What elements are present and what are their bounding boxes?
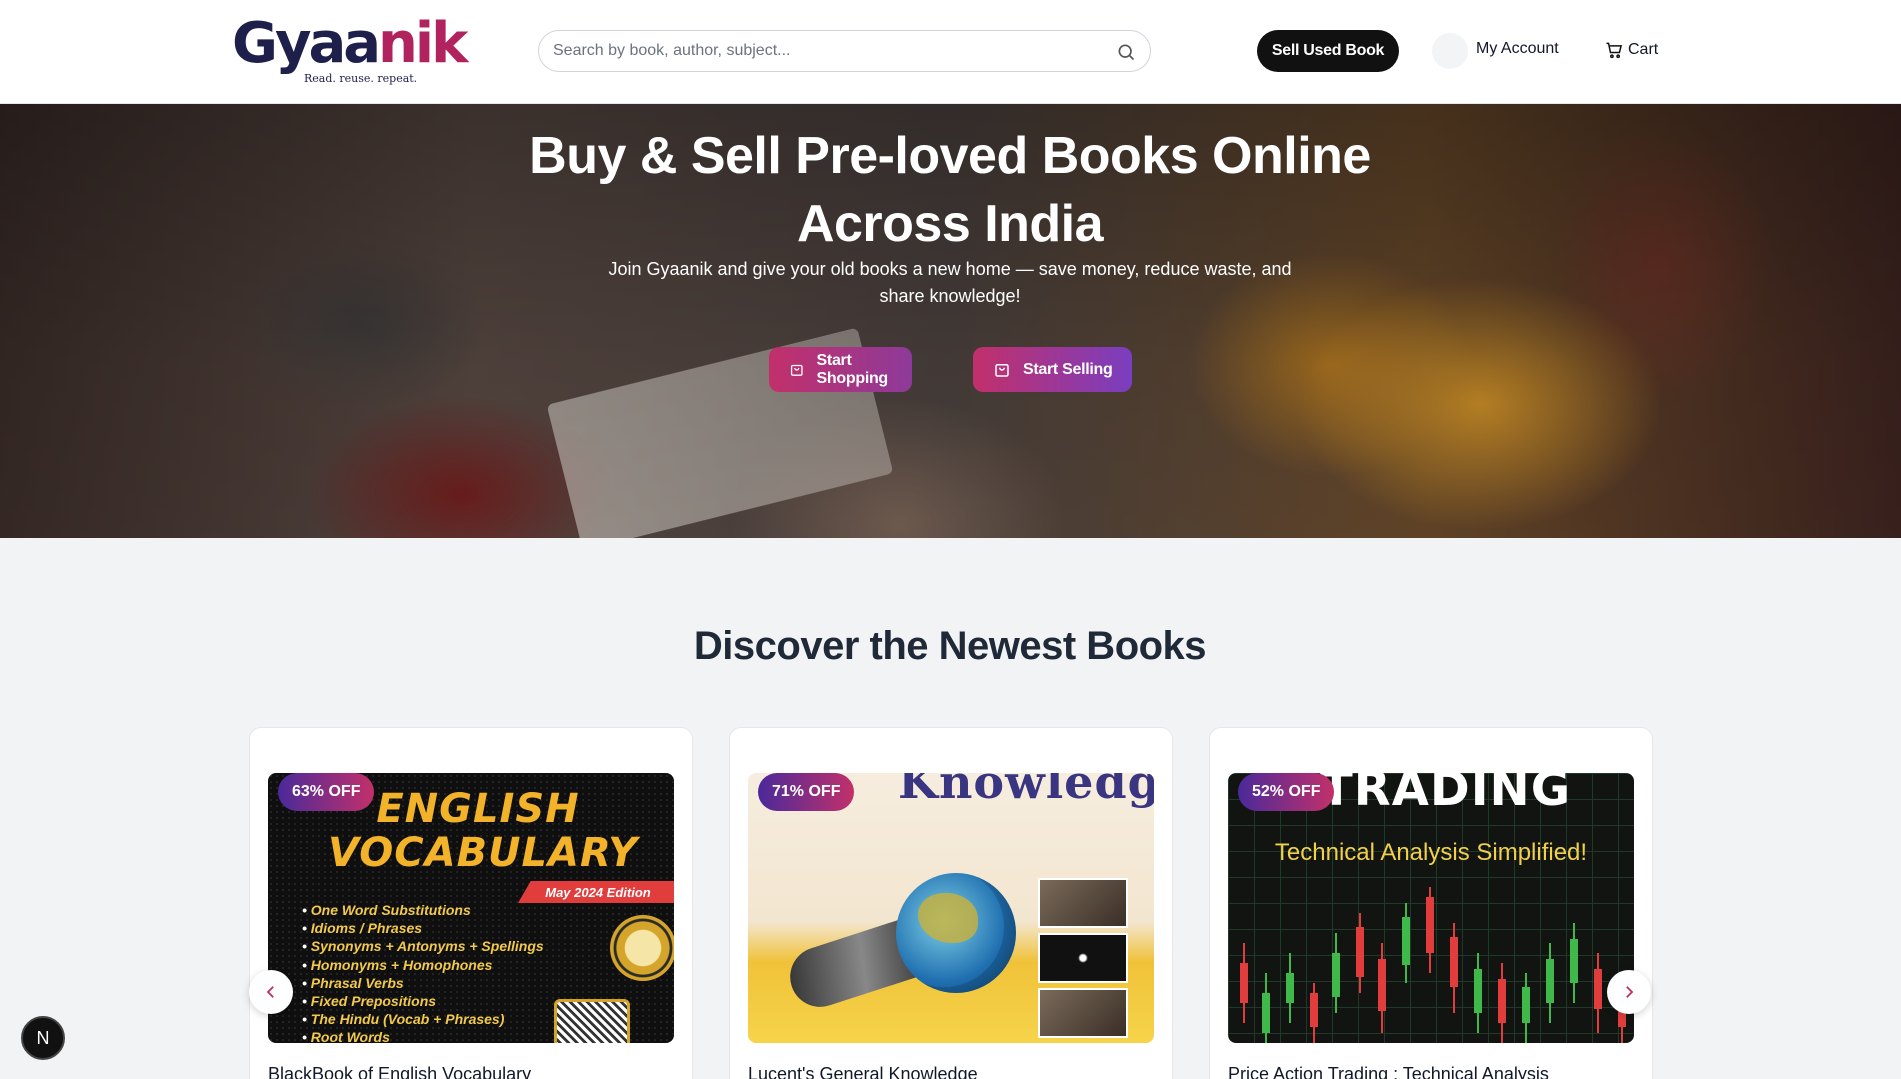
qr-code-icon: [554, 999, 630, 1043]
cover-topic: Homonyms + Homophones: [302, 956, 544, 974]
book-cover[interactable]: 52% OFF TRADING Technical Analysis Simpl…: [1228, 773, 1634, 1043]
cover-edition: May 2024 Edition: [518, 881, 674, 903]
cover-topic-list: One Word Substitutions Idioms / Phrases …: [302, 901, 544, 1043]
logo-wordmark: Gyaanik: [232, 11, 468, 76]
section-title: Discover the Newest Books: [693, 624, 1207, 668]
cover-heading: TRADING: [1320, 773, 1572, 817]
book-title[interactable]: Lucent's General Knowledge: [748, 1064, 978, 1079]
book-title[interactable]: BlackBook of English Vocabulary: [268, 1064, 531, 1079]
start-shopping-button[interactable]: Start Shopping: [769, 347, 912, 392]
cover-topic: One Word Substitutions: [302, 901, 544, 919]
framework-badge[interactable]: N: [21, 1016, 65, 1060]
start-shopping-label: Start Shopping: [816, 351, 889, 387]
search-bar: [538, 30, 1151, 72]
hero-title: Buy & Sell Pre-loved Books Online Across…: [529, 127, 1371, 253]
book-cover[interactable]: 63% OFF ENGLISH VOCABULARY May 2024 Edit…: [268, 773, 674, 1043]
cover-subheading: Technical Analysis Simplified!: [1274, 839, 1588, 866]
cover-topic: Root Words: [302, 1028, 544, 1043]
search-icon[interactable]: [1116, 42, 1136, 62]
site-header: Gyaanik Read. reuse. repeat. Sell Used B…: [0, 0, 1901, 104]
book-card[interactable]: 63% OFF ENGLISH VOCABULARY May 2024 Edit…: [249, 727, 693, 1079]
cover-heading: ENGLISH VOCABULARY: [328, 786, 639, 876]
cover-topic: Fixed Prepositions: [302, 992, 544, 1010]
start-selling-button[interactable]: Start Selling: [973, 347, 1132, 392]
avatar[interactable]: [1432, 33, 1468, 69]
book-title[interactable]: Price Action Trading : Technical Analysi…: [1228, 1064, 1549, 1079]
candlestick-chart-illustration: [1240, 887, 1626, 1043]
search-input[interactable]: [553, 31, 1093, 71]
chevron-left-icon: [266, 986, 274, 998]
cart-label: Cart: [1628, 41, 1659, 58]
carousel-prev-button[interactable]: [249, 970, 293, 1014]
cover-topic: The Hindu (Vocab + Phrases): [302, 1010, 544, 1028]
start-selling-label: Start Selling: [1023, 360, 1113, 378]
discount-badge: 71% OFF: [758, 773, 855, 811]
shopping-bag-icon: [995, 363, 1009, 377]
carousel-next-button[interactable]: [1607, 970, 1651, 1014]
shopping-bag-icon: [790, 364, 803, 376]
cover-photo: [1038, 988, 1128, 1038]
logo-tagline: Read. reuse. repeat.: [304, 72, 418, 85]
discount-badge: 63% OFF: [278, 773, 375, 811]
cart-link[interactable]: Cart: [1604, 40, 1658, 60]
site-logo[interactable]: Gyaanik Read. reuse. repeat.: [232, 11, 468, 86]
chevron-right-icon: [1626, 986, 1634, 998]
discount-badge: 52% OFF: [1238, 773, 1335, 811]
cover-photo: [1038, 933, 1128, 983]
cart-icon: [1606, 42, 1623, 59]
hero-banner: Buy & Sell Pre-loved Books Online Across…: [0, 104, 1901, 538]
cover-photo: [1038, 878, 1128, 928]
hero-subtitle: Join Gyaanik and give your old books a n…: [608, 259, 1292, 306]
cover-topic: Phrasal Verbs: [302, 974, 544, 992]
cover-heading: Knowledge: [898, 773, 1154, 809]
cover-topic: Idioms / Phrases: [302, 919, 544, 937]
cover-topic: Synonyms + Antonyms + Spellings: [302, 937, 544, 955]
my-account-link[interactable]: My Account: [1476, 40, 1559, 58]
sell-used-book-button[interactable]: Sell Used Book: [1257, 30, 1399, 72]
book-card[interactable]: 52% OFF TRADING Technical Analysis Simpl…: [1209, 727, 1653, 1079]
guarantee-seal-icon: [610, 915, 674, 981]
book-cover[interactable]: 71% OFF Knowledge: [748, 773, 1154, 1043]
book-card[interactable]: 71% OFF Knowledge Lucent's General Knowl…: [729, 727, 1173, 1079]
